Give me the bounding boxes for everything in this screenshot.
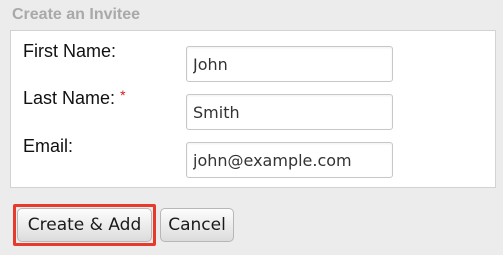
first-name-input[interactable] [186, 46, 393, 82]
panel-title: Create an Invitee [12, 6, 141, 23]
first-name-label: First Name: [23, 41, 116, 62]
first-name-label-text: First Name: [23, 41, 117, 61]
email-input[interactable] [186, 142, 393, 178]
email-label-text: Email: [23, 136, 74, 156]
email-label: Email: [23, 136, 73, 157]
last-name-label-text: Last Name: [23, 88, 116, 108]
last-name-input[interactable] [186, 94, 393, 130]
last-name-label: Last Name: * [23, 87, 126, 109]
required-marker: * [120, 87, 126, 103]
invitee-form: First Name: Last Name: * Email: [10, 30, 496, 188]
cancel-button[interactable]: Cancel [160, 208, 234, 242]
create-invitee-panel: Create an Invitee First Name: Last Name:… [0, 0, 503, 255]
create-and-add-button[interactable]: Create & Add [17, 208, 152, 242]
